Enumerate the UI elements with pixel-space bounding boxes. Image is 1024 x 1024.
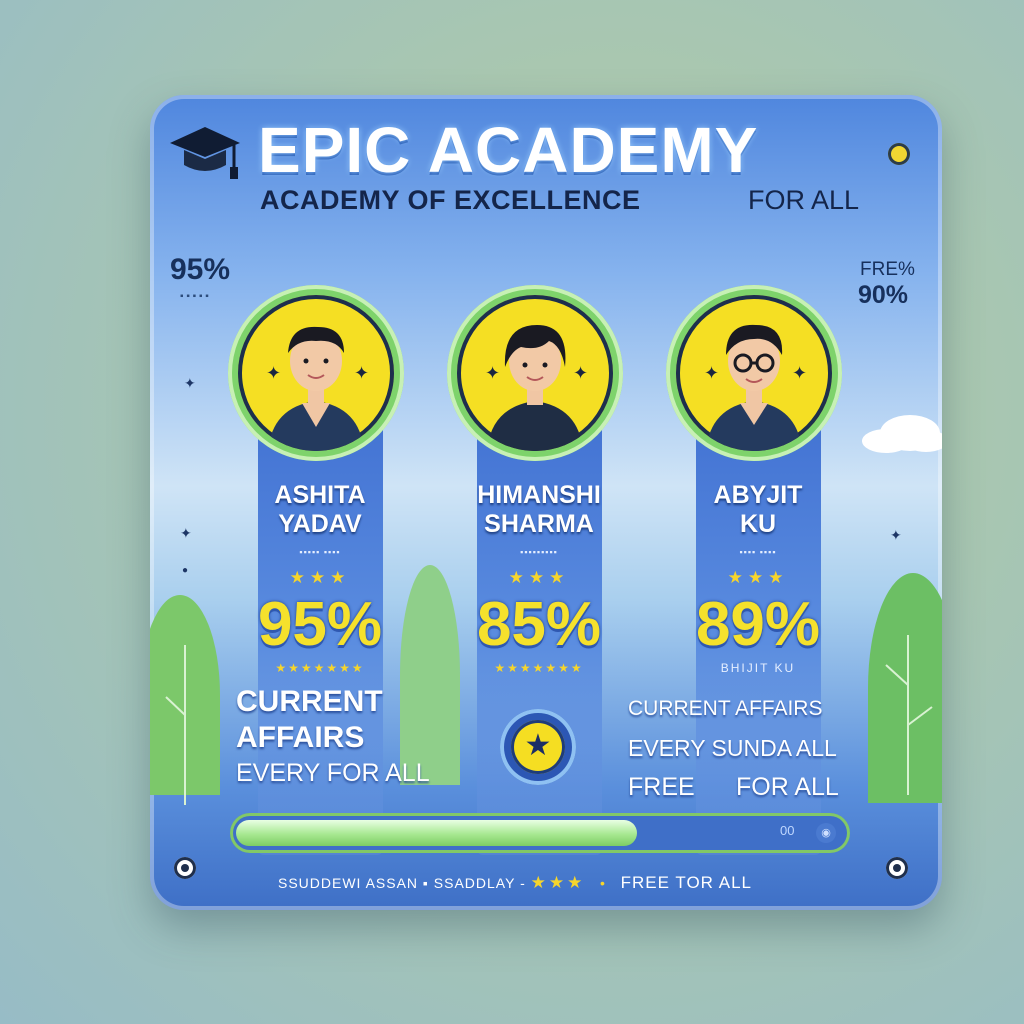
side-stat-left-caption: ▪ ▪ ▪ ▪ ▪ xyxy=(180,291,209,302)
student-name-caption: ▪▪▪▪▪▪▪▪▪ xyxy=(520,547,558,557)
col3-label-line2: EVERY SUNDA ALL xyxy=(628,735,837,761)
star-badge[interactable]: ★ xyxy=(500,709,576,785)
progress-fill xyxy=(236,820,637,846)
star-rating: ★★★ xyxy=(289,568,351,587)
sparkle-icon: ✦ xyxy=(890,527,902,543)
col1-label-line3: EVERY FOR ALL xyxy=(236,759,430,787)
score-rating: ★★★★★★★ xyxy=(275,661,365,675)
avatar: ✦ ✦ xyxy=(457,295,613,451)
student-score: 85% xyxy=(476,590,602,659)
subtitle-tag: FOR ALL xyxy=(748,185,860,215)
student-name: HIMANSHI SHARMA xyxy=(477,481,601,538)
sparkle-icon: ✦ xyxy=(184,375,196,391)
footer-right-text: FREE TOR ALL xyxy=(620,873,752,892)
col3-for-all-label: FOR ALL xyxy=(736,773,839,801)
avatar: ✦ ✦ xyxy=(676,295,832,451)
progress-label: 00 xyxy=(780,823,795,838)
corner-dot-icon xyxy=(886,857,908,879)
student-name: ABYJIT KU xyxy=(713,481,803,538)
graduation-cap-icon xyxy=(170,127,240,179)
student-name-caption: ▪▪▪▪ ▪▪▪▪ xyxy=(739,547,777,557)
sparkle-icon: ✦ xyxy=(180,525,192,541)
avatar: ✦ ✦ xyxy=(238,295,394,451)
svg-text:✦: ✦ xyxy=(485,363,500,383)
svg-text:✦: ✦ xyxy=(792,363,807,383)
footer-stars: ★★★ xyxy=(530,873,586,892)
page-title: EPIC ACADEMY xyxy=(258,114,759,186)
dot-icon: ● xyxy=(182,565,189,576)
footer-left-text: SSUDDEWI ASSAN ▪ SSADDLAY - xyxy=(278,875,526,891)
col1-label-line2: AFFAIRS xyxy=(236,721,365,754)
col1-label-line1: CURRENT xyxy=(236,685,383,718)
tree-left-icon xyxy=(165,645,186,805)
side-stat-left: 95% xyxy=(170,253,231,286)
academy-card: EPIC ACADEMY ACADEMY OF EXCELLENCE FOR A… xyxy=(150,95,942,910)
page-subtitle: ACADEMY OF EXCELLENCE xyxy=(260,185,641,215)
cloud-icon xyxy=(862,415,942,453)
svg-text:✦: ✦ xyxy=(573,363,588,383)
student-score: 95% xyxy=(257,590,383,659)
col3-free-label: FREE xyxy=(628,773,695,801)
corner-dot-icon xyxy=(174,857,196,879)
star-rating: ★★★ xyxy=(727,568,789,587)
star-rating: ★★★ xyxy=(508,568,570,587)
side-stat-right: 90% xyxy=(858,281,909,309)
avatar-ring: ✦ ✦ xyxy=(228,285,404,461)
col3-label-line1: CURRENT AFFAIRS xyxy=(628,697,823,720)
svg-text:✦: ✦ xyxy=(704,363,719,383)
status-dot-icon xyxy=(888,143,910,165)
tree-right-icon xyxy=(885,635,933,795)
svg-text:✦: ✦ xyxy=(266,363,281,383)
student-name: ASHITA YADAV xyxy=(274,481,366,538)
student-name-caption: ▪▪▪▪▪ ▪▪▪▪ xyxy=(299,547,341,557)
score-rating: ★★★★★★★ xyxy=(494,661,584,675)
progress-bar xyxy=(230,813,850,853)
progress-end-icon[interactable]: ◉ xyxy=(816,823,836,843)
footer-bullet: • xyxy=(600,875,606,891)
student-score: 89% xyxy=(695,590,821,659)
avatar-ring: ✦ ✦ xyxy=(447,285,623,461)
score-rating: BHIJIT KU xyxy=(720,661,796,675)
star-icon: ★ xyxy=(511,720,565,774)
avatar-ring: ✦ ✦ xyxy=(666,285,842,461)
svg-text:✦: ✦ xyxy=(354,363,369,383)
side-stat-right-label: FRE% xyxy=(860,259,915,280)
footer: SSUDDEWI ASSAN ▪ SSADDLAY - ★★★ • FREE T… xyxy=(278,873,752,893)
